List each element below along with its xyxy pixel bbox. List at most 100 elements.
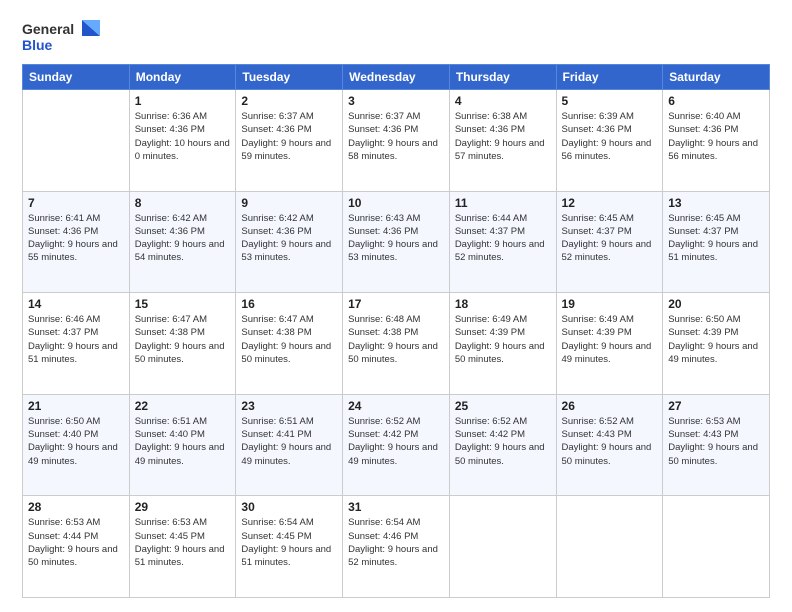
calendar-cell: 25 Sunrise: 6:52 AMSunset: 4:42 PMDayligh… [449, 394, 556, 496]
day-info: Sunrise: 6:46 AMSunset: 4:37 PMDaylight:… [28, 313, 124, 366]
calendar-cell: 1 Sunrise: 6:36 AMSunset: 4:36 PMDaylight… [129, 90, 236, 192]
calendar-cell [449, 496, 556, 598]
day-info: Sunrise: 6:50 AMSunset: 4:39 PMDaylight:… [668, 313, 764, 366]
day-number: 29 [135, 500, 231, 514]
calendar-cell: 15Sunrise: 6:47 AMSunset: 4:38 PMDayligh… [129, 293, 236, 395]
day-info: Sunrise: 6:39 AMSunset: 4:36 PMDaylight:… [562, 110, 658, 163]
day-info: Sunrise: 6:43 AMSunset: 4:36 PMDaylight:… [348, 212, 444, 265]
svg-text:General: General [22, 21, 74, 37]
day-number: 11 [455, 196, 551, 210]
calendar-cell: 6Sunrise: 6:40 AMSunset: 4:36 PMDaylight… [663, 90, 770, 192]
day-number: 16 [241, 297, 337, 311]
calendar-cell: 12 Sunrise: 6:45 AMSunset: 4:37 PMDayligh… [556, 191, 663, 293]
day-number: 17 [348, 297, 444, 311]
day-info: Sunrise: 6:53 AMSunset: 4:44 PMDaylight:… [28, 516, 124, 569]
day-number: 26 [562, 399, 658, 413]
calendar-cell: 14 Sunrise: 6:46 AMSunset: 4:37 PMDayligh… [23, 293, 130, 395]
day-info: Sunrise: 6:49 AMSunset: 4:39 PMDaylight:… [562, 313, 658, 366]
day-number: 27 [668, 399, 764, 413]
calendar-cell: 20Sunrise: 6:50 AMSunset: 4:39 PMDayligh… [663, 293, 770, 395]
day-info: Sunrise: 6:37 AMSunset: 4:36 PMDaylight:… [241, 110, 337, 163]
day-number: 14 [28, 297, 124, 311]
day-number: 25 [455, 399, 551, 413]
header: GeneralBlue [22, 18, 770, 56]
calendar-week-1: 1 Sunrise: 6:36 AMSunset: 4:36 PMDaylight… [23, 90, 770, 192]
calendar-cell: 9 Sunrise: 6:42 AMSunset: 4:36 PMDaylight… [236, 191, 343, 293]
day-number: 2 [241, 94, 337, 108]
day-number: 9 [241, 196, 337, 210]
calendar-cell: 24 Sunrise: 6:52 AMSunset: 4:42 PMDayligh… [343, 394, 450, 496]
calendar-cell: 16 Sunrise: 6:47 AMSunset: 4:38 PMDayligh… [236, 293, 343, 395]
calendar-cell: 26 Sunrise: 6:52 AMSunset: 4:43 PMDayligh… [556, 394, 663, 496]
day-number: 22 [135, 399, 231, 413]
svg-text:Blue: Blue [22, 37, 53, 53]
weekday-header-friday: Friday [556, 65, 663, 90]
calendar-cell: 2 Sunrise: 6:37 AMSunset: 4:36 PMDaylight… [236, 90, 343, 192]
calendar-cell: 21 Sunrise: 6:50 AMSunset: 4:40 PMDayligh… [23, 394, 130, 496]
day-info: Sunrise: 6:47 AMSunset: 4:38 PMDaylight:… [241, 313, 337, 366]
calendar-cell: 22 Sunrise: 6:51 AMSunset: 4:40 PMDayligh… [129, 394, 236, 496]
day-number: 31 [348, 500, 444, 514]
weekday-header-saturday: Saturday [663, 65, 770, 90]
calendar-week-4: 21 Sunrise: 6:50 AMSunset: 4:40 PMDayligh… [23, 394, 770, 496]
day-info: Sunrise: 6:44 AMSunset: 4:37 PMDaylight:… [455, 212, 551, 265]
day-info: Sunrise: 6:53 AMSunset: 4:45 PMDaylight:… [135, 516, 231, 569]
day-info: Sunrise: 6:54 AMSunset: 4:46 PMDaylight:… [348, 516, 444, 569]
calendar-week-5: 28 Sunrise: 6:53 AMSunset: 4:44 PMDayligh… [23, 496, 770, 598]
logo: GeneralBlue [22, 18, 102, 56]
calendar-cell: 31 Sunrise: 6:54 AMSunset: 4:46 PMDayligh… [343, 496, 450, 598]
day-number: 18 [455, 297, 551, 311]
day-info: Sunrise: 6:52 AMSunset: 4:43 PMDaylight:… [562, 415, 658, 468]
day-info: Sunrise: 6:52 AMSunset: 4:42 PMDaylight:… [455, 415, 551, 468]
weekday-header-thursday: Thursday [449, 65, 556, 90]
calendar-cell: 13 Sunrise: 6:45 AMSunset: 4:37 PMDayligh… [663, 191, 770, 293]
calendar-table: SundayMondayTuesdayWednesdayThursdayFrid… [22, 64, 770, 598]
calendar-cell: 23Sunrise: 6:51 AMSunset: 4:41 PMDayligh… [236, 394, 343, 496]
day-number: 28 [28, 500, 124, 514]
day-number: 30 [241, 500, 337, 514]
day-number: 15 [135, 297, 231, 311]
calendar-cell: 19 Sunrise: 6:49 AMSunset: 4:39 PMDayligh… [556, 293, 663, 395]
day-number: 1 [135, 94, 231, 108]
day-number: 10 [348, 196, 444, 210]
calendar-cell: 27 Sunrise: 6:53 AMSunset: 4:43 PMDayligh… [663, 394, 770, 496]
day-number: 13 [668, 196, 764, 210]
day-number: 24 [348, 399, 444, 413]
day-info: Sunrise: 6:41 AMSunset: 4:36 PMDaylight:… [28, 212, 124, 265]
calendar-cell [663, 496, 770, 598]
calendar-cell: 8Sunrise: 6:42 AMSunset: 4:36 PMDaylight… [129, 191, 236, 293]
day-number: 3 [348, 94, 444, 108]
day-number: 6 [668, 94, 764, 108]
calendar-cell: 11 Sunrise: 6:44 AMSunset: 4:37 PMDayligh… [449, 191, 556, 293]
day-info: Sunrise: 6:45 AMSunset: 4:37 PMDaylight:… [562, 212, 658, 265]
day-number: 4 [455, 94, 551, 108]
day-info: Sunrise: 6:49 AMSunset: 4:39 PMDaylight:… [455, 313, 551, 366]
weekday-header-wednesday: Wednesday [343, 65, 450, 90]
calendar-cell: 5Sunrise: 6:39 AMSunset: 4:36 PMDaylight… [556, 90, 663, 192]
day-number: 21 [28, 399, 124, 413]
weekday-header-tuesday: Tuesday [236, 65, 343, 90]
day-info: Sunrise: 6:42 AMSunset: 4:36 PMDaylight:… [135, 212, 231, 265]
day-info: Sunrise: 6:45 AMSunset: 4:37 PMDaylight:… [668, 212, 764, 265]
calendar-cell: 7 Sunrise: 6:41 AMSunset: 4:36 PMDaylight… [23, 191, 130, 293]
day-info: Sunrise: 6:50 AMSunset: 4:40 PMDaylight:… [28, 415, 124, 468]
day-info: Sunrise: 6:54 AMSunset: 4:45 PMDaylight:… [241, 516, 337, 569]
calendar-cell [23, 90, 130, 192]
logo-svg: GeneralBlue [22, 18, 102, 56]
day-info: Sunrise: 6:36 AMSunset: 4:36 PMDaylight:… [135, 110, 231, 163]
day-info: Sunrise: 6:48 AMSunset: 4:38 PMDaylight:… [348, 313, 444, 366]
weekday-header-monday: Monday [129, 65, 236, 90]
calendar-week-2: 7 Sunrise: 6:41 AMSunset: 4:36 PMDaylight… [23, 191, 770, 293]
calendar-cell: 28 Sunrise: 6:53 AMSunset: 4:44 PMDayligh… [23, 496, 130, 598]
day-info: Sunrise: 6:53 AMSunset: 4:43 PMDaylight:… [668, 415, 764, 468]
day-number: 7 [28, 196, 124, 210]
calendar-cell: 3Sunrise: 6:37 AMSunset: 4:36 PMDaylight… [343, 90, 450, 192]
page: GeneralBlue SundayMondayTuesdayWednesday… [0, 0, 792, 612]
day-number: 12 [562, 196, 658, 210]
day-info: Sunrise: 6:52 AMSunset: 4:42 PMDaylight:… [348, 415, 444, 468]
day-info: Sunrise: 6:51 AMSunset: 4:40 PMDaylight:… [135, 415, 231, 468]
calendar-cell: 29 Sunrise: 6:53 AMSunset: 4:45 PMDayligh… [129, 496, 236, 598]
day-info: Sunrise: 6:51 AMSunset: 4:41 PMDaylight:… [241, 415, 337, 468]
day-info: Sunrise: 6:42 AMSunset: 4:36 PMDaylight:… [241, 212, 337, 265]
day-number: 19 [562, 297, 658, 311]
